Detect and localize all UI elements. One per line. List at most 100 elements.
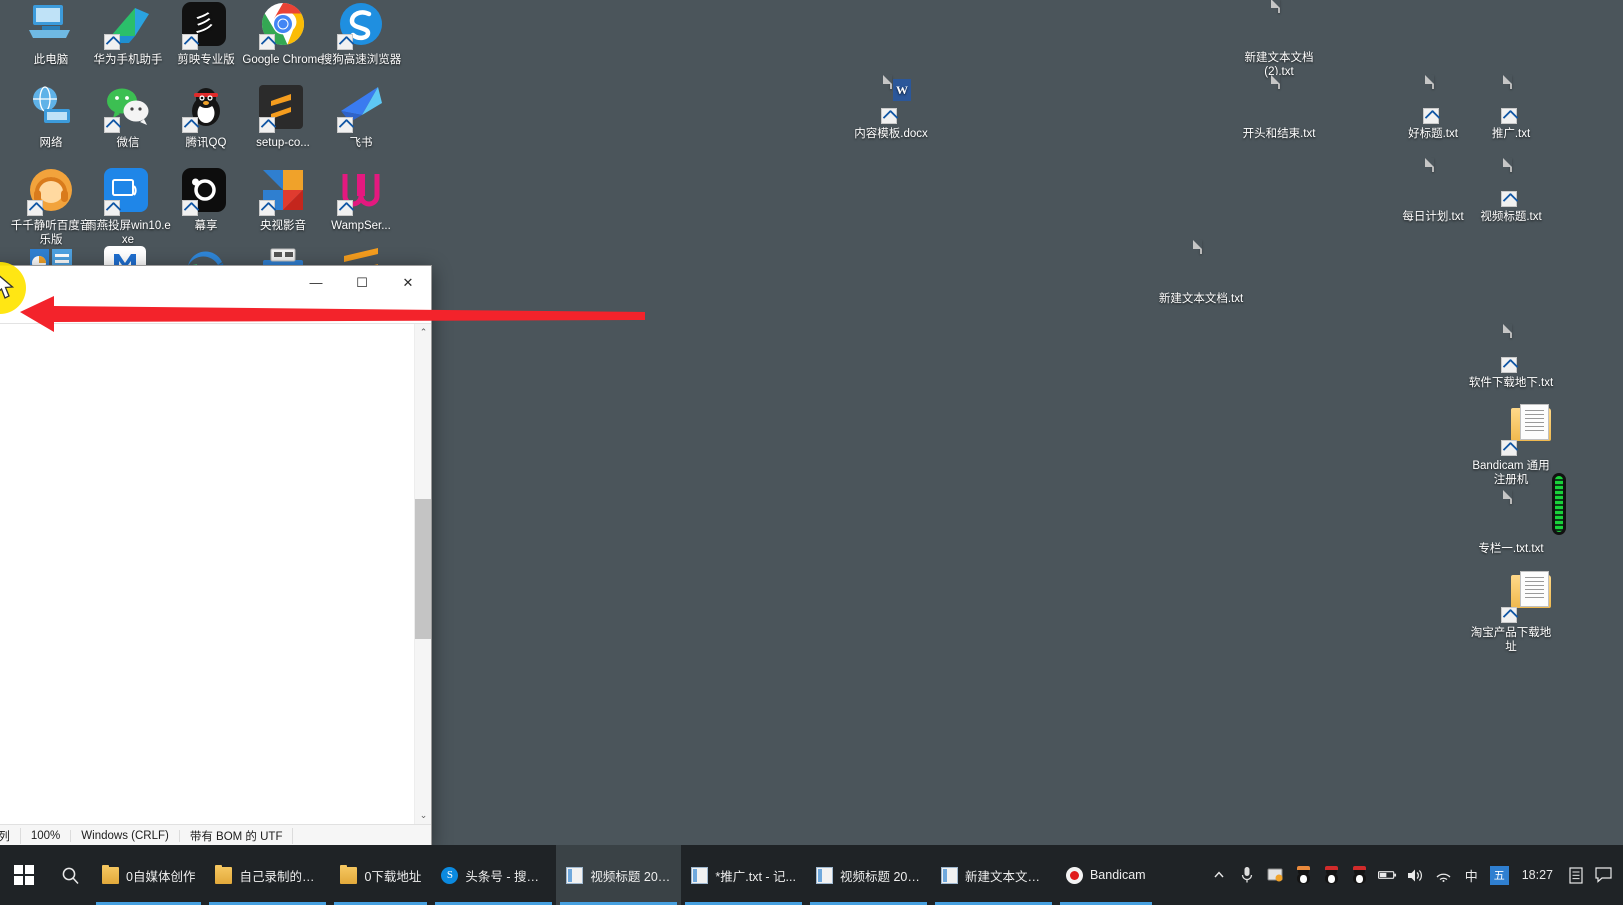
feishu-icon [337,85,385,133]
shortcut-overlay-icon [1501,440,1517,456]
desktop-file-icon[interactable]: W 内容模板.docx [848,75,934,142]
network-icon [27,85,75,133]
desktop-file-label: 淘宝产品下载地址 [1470,627,1552,653]
word-document-icon: W [867,75,915,124]
folder-icon [215,864,233,884]
taskbar-item-3[interactable]: S 头条号 - 搜狗... [431,845,556,905]
desktop[interactable]: 此电脑 华为手机助手彡剪映专业版 Google Chrome 搜狗高速浏览器网络 微信腾… [0,0,1623,845]
desktop-icon-label: 网络 [39,137,63,149]
shortcut-overlay-icon [104,200,120,216]
desktop-file-icon[interactable]: 推广.txt [1468,75,1554,142]
desktop-icon-label: 雨燕投屏win10.exe [85,220,171,246]
qq-icon-1[interactable] [1322,864,1341,886]
shortcut-overlay-icon [27,200,43,216]
microphone-icon[interactable] [1238,864,1257,886]
desktop-file-label: 视频标题.txt [1480,211,1542,223]
ime-chinese-indicator[interactable]: 中 [1462,864,1481,886]
ime-wubi-indicator[interactable]: 五 [1489,865,1509,885]
taskbar-item-0[interactable]: 0自媒体创作 [92,845,205,905]
notepad-vertical-scrollbar[interactable]: ⌃ ⌄ [414,324,431,824]
desktop-file-icon[interactable]: 淘宝产品下载地址 [1468,571,1554,654]
desktop-icon-chrome[interactable]: Google Chrome [240,2,326,68]
desktop-icon-cctv-video[interactable]: 央视影音 [240,168,326,234]
desktop-icon-sublime-text[interactable]: setup-co... [240,85,326,151]
screenshot-tool-icon[interactable] [1266,864,1285,886]
scrollbar-thumb[interactable] [415,499,431,639]
this-pc-icon [27,2,75,50]
notes-icon[interactable] [1566,864,1585,886]
notepad-window[interactable]: — ☐ ✕ 首 4屏】 ⌃ ⌄ 第 39 行，第 39 列 100% W [0,265,432,845]
folder-shortcut-icon [1487,571,1551,623]
wechat-icon [104,85,152,133]
taskbar-item-label: Bandicam [1089,868,1146,882]
letsview-icon [182,168,230,216]
folder-icon [102,864,119,884]
desktop-icon-sogou-browser[interactable]: 搜狗高速浏览器 [318,2,404,68]
desktop-icon-jianying-pro[interactable]: 彡剪映专业版 [163,2,249,68]
status-zoom-level[interactable]: 100% [21,829,72,842]
desktop-file-icon[interactable]: 新建文本文档.txt [1158,240,1244,307]
desktop-file-icon[interactable]: 每日计划.txt [1390,158,1476,225]
desktop-icon-wechat[interactable]: 微信 [85,85,171,151]
system-tray[interactable]: 中 五 18:27 [1204,845,1623,905]
action-center-icon[interactable] [1594,864,1613,886]
taskbar-item-1[interactable]: 自己录制的视频 [205,845,330,905]
notepad-editor-area[interactable]: 首 4屏】 ⌃ ⌄ [0,323,431,824]
text-file-icon [1487,490,1535,539]
shortcut-overlay-icon [337,34,353,50]
desktop-file-icon[interactable]: 新建文本文档 (2).txt [1236,0,1322,79]
taskbar-item-2[interactable]: 0下载地址 [330,845,431,905]
level-meter-bars [1555,476,1563,532]
desktop-icon-qianqian-music[interactable]: 千千静听百度音乐版 [8,168,94,247]
shortcut-overlay-icon [1501,191,1517,207]
bandicam-icon [1065,866,1083,884]
text-file-icon [1409,75,1457,124]
desktop-icon-huawei-phone-assistant[interactable]: 华为手机助手 [85,2,171,68]
desktop-icon-label: 千千静听百度音乐版 [10,220,92,246]
taskbar-clock[interactable]: 18:27 [1518,868,1557,882]
sogou-browser-icon: S [441,866,459,884]
network-wifi-icon[interactable] [1434,864,1453,886]
taskbar-item-4[interactable]: 视频标题 202... [556,845,682,905]
desktop-file-icon[interactable]: 视频标题.txt [1468,158,1554,225]
search-button[interactable] [48,845,92,905]
taskbar-item-8[interactable]: Bandicam [1056,845,1156,905]
text-file-icon [1409,158,1457,207]
taskbar-item-5[interactable]: *推广.txt - 记... [681,845,806,905]
desktop-icon-yuyan-cast[interactable]: 雨燕投屏win10.exe [85,168,171,247]
taskbar-item-label: 新建文本文档... [964,869,1046,884]
taskbar-item-6[interactable]: 视频标题 202... [806,845,931,905]
notepad-icon [940,866,958,884]
desktop-icon-letsview[interactable]: 幕享 [163,168,249,234]
desktop-file-icon[interactable]: 好标题.txt [1390,75,1476,142]
qq-icon-2[interactable] [1350,864,1369,886]
text-file-icon [1487,158,1535,207]
taskbar[interactable]: 0自媒体创作 自己录制的视频 0下载地址 S 头条号 - 搜狗... 视频标题 202..… [0,845,1623,905]
desktop-icon-network[interactable]: 网络 [8,85,94,151]
desktop-icon-wampserver[interactable]: WampSer... [318,168,404,234]
status-encoding: 带有 BOM 的 UTF [180,827,294,844]
volume-icon[interactable] [1406,864,1425,886]
taskbar-window-buttons: 0自媒体创作 自己录制的视频 0下载地址 S 头条号 - 搜狗... 视频标题 202..… [92,845,1156,905]
text-file-icon [1177,240,1225,289]
desktop-icon-qq[interactable]: 腾讯QQ [163,85,249,151]
desktop-icon-feishu[interactable]: 飞书 [318,85,404,151]
battery-icon[interactable] [1377,864,1397,886]
notepad-text-content[interactable]: 首 4屏】 [0,324,414,824]
desktop-file-icon[interactable]: 专栏一.txt.txt [1468,490,1554,557]
green-recording-level-meter [1552,473,1566,535]
scroll-down-arrow-icon[interactable]: ⌄ [415,807,431,824]
show-hidden-icons-chevron[interactable] [1210,864,1229,886]
start-button[interactable] [0,845,48,905]
shortcut-overlay-icon [259,117,275,133]
desktop-icon-this-pc[interactable]: 此电脑 [8,2,94,68]
notepad-icon [566,866,584,884]
desktop-file-icon[interactable]: Bandicam 通用注册机 [1468,404,1554,487]
text-file-icon [1487,75,1535,124]
taskbar-item-7[interactable]: 新建文本文档... [931,845,1056,905]
desktop-file-icon[interactable]: 开头和结束.txt [1236,75,1322,142]
status-line-ending: Windows (CRLF) [71,829,180,842]
desktop-file-icon[interactable]: 软件下载地下.txt [1468,324,1554,391]
desktop-icon-label: WampSer... [331,220,391,232]
qq-browser-icon[interactable] [1294,864,1313,886]
